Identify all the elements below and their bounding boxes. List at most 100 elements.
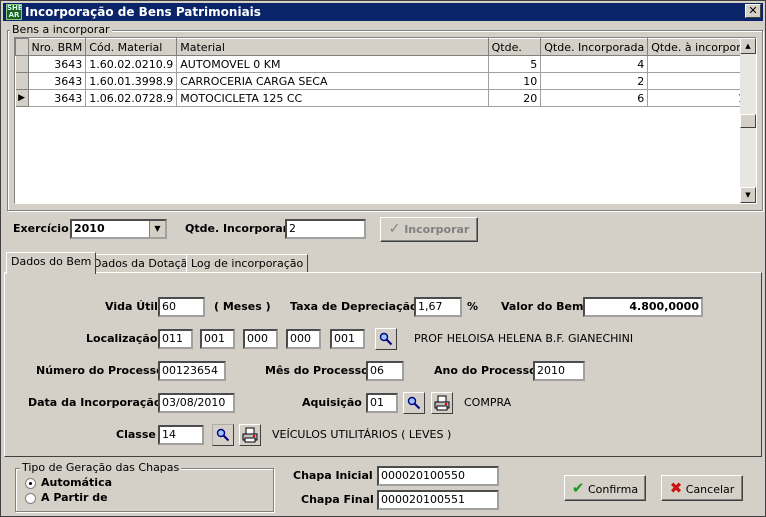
localizacao-5-input[interactable]: 001: [330, 329, 365, 349]
incorporar-label: Incorporar: [404, 223, 470, 236]
search-icon: [407, 396, 421, 410]
numero-processo-input[interactable]: 00123654: [158, 361, 226, 381]
app-icon: SHEB AR: [6, 4, 22, 20]
aquisicao-search-button[interactable]: [403, 392, 425, 414]
incorporar-button[interactable]: ✓ Incorporar: [380, 217, 478, 242]
col-cod-material[interactable]: Cód. Material: [85, 38, 178, 56]
cell-nro[interactable]: 3643: [28, 72, 87, 90]
automatica-label[interactable]: Automática: [41, 476, 112, 490]
current-row-indicator-icon: ▶: [15, 89, 29, 107]
table-row[interactable]: 3643 1.60.02.0210.9 AUTOMOVEL 0 KM 5 4 1: [15, 55, 756, 73]
aquisicao-input[interactable]: 01: [366, 393, 398, 413]
chapa-final-label: Chapa Final: [301, 493, 374, 506]
col-nro-brm[interactable]: Nro. BRM: [27, 38, 87, 56]
col-qtde-incorporada[interactable]: Qtde. Incorporada: [540, 38, 649, 56]
scroll-down-icon[interactable]: ▼: [740, 187, 756, 203]
data-incorporacao-input[interactable]: 03/08/2010: [158, 393, 235, 413]
taxa-depreciacao-label: Taxa de Depreciação: [290, 300, 418, 313]
cell-incorporada[interactable]: 2: [540, 72, 649, 90]
print-icon: [434, 395, 450, 411]
print-icon: [242, 427, 258, 443]
localizacao-4-input[interactable]: 000: [286, 329, 321, 349]
confirma-button[interactable]: ✔ Confirma: [564, 475, 646, 501]
mes-processo-label: Mês do Processo: [265, 364, 369, 377]
tab-dados-da-dotacao[interactable]: Dados da Dotação: [88, 254, 200, 273]
cell-incorporada[interactable]: 6: [540, 89, 649, 107]
col-material[interactable]: Material: [176, 38, 489, 56]
window-title: Incorporação de Bens Patrimoniais: [25, 5, 261, 19]
chapas-legend: Tipo de Geração das Chapas: [20, 461, 182, 474]
cell-qtde[interactable]: 10: [488, 72, 542, 90]
cell-cod[interactable]: 1.06.02.0728.9: [85, 89, 178, 107]
classe-search-button[interactable]: [212, 424, 234, 446]
radio-automatica[interactable]: [25, 478, 36, 489]
bens-grid: Nro. BRM Cód. Material Material Qtde. Qt…: [14, 37, 757, 204]
table-row[interactable]: ▶ 3643 1.06.02.0728.9 MOTOCICLETA 125 CC…: [15, 89, 756, 107]
localizacao-description: PROF HELOISA HELENA B.F. GIANECHINI: [414, 332, 634, 345]
tab-dados-do-bem[interactable]: Dados do Bem: [6, 252, 97, 274]
aquisicao-label: Aquisição: [302, 396, 362, 409]
classe-label: Classe: [116, 428, 156, 441]
search-icon: [216, 428, 230, 442]
table-header: Nro. BRM Cód. Material Material Qtde. Qt…: [15, 38, 756, 56]
title-bar[interactable]: SHEB AR Incorporação de Bens Patrimoniai…: [3, 3, 763, 21]
exercicio-label: Exercício: [13, 222, 69, 235]
check-icon: ✓: [388, 221, 401, 237]
percent-label: %: [467, 300, 479, 313]
row-indicator: [15, 72, 29, 90]
valor-do-bem-input[interactable]: 4.800,0000: [583, 297, 703, 317]
aquisicao-print-button[interactable]: [431, 392, 453, 414]
table-row[interactable]: 3643 1.60.01.3998.9 CARROCERIA CARGA SEC…: [15, 72, 756, 90]
localizacao-search-button[interactable]: [375, 328, 397, 350]
confirm-check-icon: ✔: [571, 479, 585, 497]
scroll-up-icon[interactable]: ▲: [740, 38, 756, 54]
main-window: SHEB AR Incorporação de Bens Patrimoniai…: [0, 0, 766, 517]
localizacao-2-input[interactable]: 001: [200, 329, 235, 349]
cell-material[interactable]: CARROCERIA CARGA SECA: [176, 72, 489, 90]
cell-nro[interactable]: 3643: [28, 89, 87, 107]
dropdown-arrow-icon[interactable]: ▼: [149, 221, 165, 237]
localizacao-3-input[interactable]: 000: [243, 329, 278, 349]
indicator-header: [15, 38, 29, 56]
exercicio-select[interactable]: 2010 ▼: [70, 219, 167, 239]
close-button[interactable]: ✕: [745, 4, 761, 18]
bens-legend: Bens a incorporar: [10, 23, 112, 36]
localizacao-label: Localização: [86, 332, 158, 345]
chapa-inicial-input[interactable]: 000020100550: [377, 466, 499, 486]
a-partir-de-label[interactable]: A Partir de: [41, 491, 108, 505]
classe-print-button[interactable]: [239, 424, 261, 446]
chapa-final-input[interactable]: 000020100551: [377, 490, 499, 510]
cancelar-button[interactable]: ✖ Cancelar: [661, 475, 743, 501]
classe-description: VEÍCULOS UTILITÁRIOS ( LEVES ): [272, 428, 452, 441]
numero-processo-label: Número do Processo: [36, 364, 164, 377]
search-icon: [379, 332, 393, 346]
vida-util-label: Vida Útil: [105, 300, 158, 313]
taxa-depreciacao-input[interactable]: 1,67: [414, 297, 462, 317]
qtde-incorporar-label: Qtde. Incorporar: [185, 222, 289, 235]
classe-input[interactable]: 14: [158, 425, 204, 445]
vida-util-input[interactable]: 60: [158, 297, 205, 317]
radio-a-partir-de[interactable]: [25, 493, 36, 504]
cell-qtde[interactable]: 5: [488, 55, 542, 73]
row-indicator: [15, 55, 29, 73]
localizacao-1-input[interactable]: 011: [158, 329, 193, 349]
cell-material[interactable]: MOTOCICLETA 125 CC: [176, 89, 489, 107]
mes-processo-input[interactable]: 06: [366, 361, 404, 381]
tab-log-de-incorporacao[interactable]: Log de incorporação: [186, 254, 309, 273]
grid-vertical-scrollbar[interactable]: ▲ ▼: [740, 38, 756, 203]
valor-do-bem-label: Valor do Bem: [501, 300, 584, 313]
col-qtde[interactable]: Qtde.: [487, 38, 542, 56]
confirma-label: Confirma: [587, 483, 639, 496]
cell-incorporada[interactable]: 4: [540, 55, 649, 73]
cell-cod[interactable]: 1.60.01.3998.9: [85, 72, 178, 90]
data-incorporacao-label: Data da Incorporação: [28, 396, 162, 409]
cell-nro[interactable]: 3643: [28, 55, 87, 73]
scroll-thumb[interactable]: [740, 114, 756, 128]
cell-cod[interactable]: 1.60.02.0210.9: [85, 55, 178, 73]
chapa-inicial-label: Chapa Inicial: [293, 469, 373, 482]
cell-material[interactable]: AUTOMOVEL 0 KM: [176, 55, 489, 73]
qtde-incorporar-input[interactable]: 2: [285, 219, 366, 239]
cell-qtde[interactable]: 20: [488, 89, 542, 107]
cancel-x-icon: ✖: [669, 479, 683, 497]
ano-processo-input[interactable]: 2010: [533, 361, 585, 381]
